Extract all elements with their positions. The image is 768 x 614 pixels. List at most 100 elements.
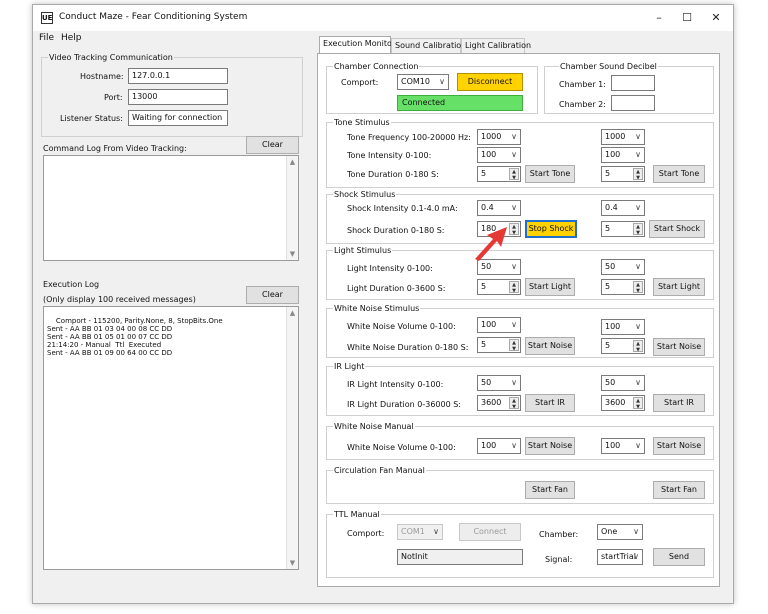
light-intensity-select-2[interactable]: 50 ∨ — [601, 259, 645, 275]
chevron-down-icon: ∨ — [511, 150, 517, 159]
spin-arrows-icon[interactable]: ▲ ▼ — [633, 223, 643, 236]
spin-arrows-icon[interactable]: ▲ ▼ — [633, 281, 643, 294]
command-log-textarea[interactable]: ▲ ▼ — [43, 155, 299, 261]
chevron-down-icon: ∨ — [433, 527, 439, 536]
shock-duration-label: Shock Duration 0-180 S: — [347, 226, 445, 235]
white-noise-manual-volume-select-2[interactable]: 100 ∨ — [601, 438, 645, 454]
tone-frequency-select-2[interactable]: 1000 ∨ — [601, 129, 645, 145]
tab-light-calibration[interactable]: Light Calibration — [461, 38, 531, 53]
command-log-label: Command Log From Video Tracking: — [43, 144, 187, 153]
start-noise-button-2[interactable]: Start Noise — [653, 338, 705, 356]
tone-frequency-value: 1000 — [481, 132, 502, 141]
tone-duration-stepper-1[interactable]: 5 ▲ ▼ — [477, 166, 521, 182]
start-noise-button-1[interactable]: Start Noise — [525, 337, 575, 355]
tone-intensity-value: 100 — [605, 150, 621, 159]
chevron-down-icon: ∨ — [633, 527, 639, 536]
start-fan-button-1[interactable]: Start Fan — [525, 481, 575, 499]
scroll-down-icon[interactable]: ▼ — [287, 557, 298, 569]
execution-log-textarea[interactable]: Comport - 115200, Parity.None, 8, StopBi… — [43, 306, 299, 570]
start-light-button-1[interactable]: Start Light — [525, 278, 575, 296]
white-noise-volume-value: 100 — [481, 320, 497, 329]
spin-arrows-icon[interactable]: ▲ ▼ — [633, 340, 643, 353]
ttl-comport-select[interactable]: COM1 ∨ — [397, 524, 443, 540]
hostname-field[interactable]: 127.0.0.1 — [128, 68, 228, 84]
white-noise-stimulus-group: White Noise Stimulus White Noise Volume … — [326, 303, 714, 358]
comport-label: Comport: — [341, 78, 379, 87]
minimize-button[interactable]: – — [650, 9, 668, 27]
close-button[interactable]: ✕ — [707, 9, 725, 27]
ir-light-duration-stepper-1[interactable]: 3600 ▲ ▼ — [477, 395, 521, 411]
start-ir-button-2[interactable]: Start IR — [653, 394, 705, 412]
ttl-signal-select[interactable]: startTrial ∨ — [597, 549, 643, 565]
chamber1-decibel-field[interactable] — [611, 75, 655, 91]
spin-arrows-icon[interactable]: ▲ ▼ — [509, 223, 519, 236]
light-duration-stepper-2[interactable]: 5 ▲ ▼ — [601, 279, 645, 295]
spin-arrows-icon[interactable]: ▲ ▼ — [509, 339, 519, 352]
ttl-send-button[interactable]: Send — [653, 548, 705, 566]
app-icon: UE — [41, 12, 53, 24]
stop-shock-button[interactable]: Stop Shock — [525, 220, 577, 238]
comport-select[interactable]: COM10 ∨ — [397, 74, 449, 90]
spin-arrows-icon[interactable]: ▲ ▼ — [509, 397, 519, 410]
ir-light-duration-stepper-2[interactable]: 3600 ▲ ▼ — [601, 395, 645, 411]
white-noise-manual-volume-label: White Noise Volume 0-100: — [347, 443, 456, 452]
spin-arrows-icon[interactable]: ▲ ▼ — [633, 168, 643, 181]
white-noise-duration-stepper-2[interactable]: 5 ▲ ▼ — [601, 338, 645, 354]
spin-arrows-icon[interactable]: ▲ ▼ — [633, 397, 643, 410]
menu-help[interactable]: Help — [61, 33, 82, 43]
spin-arrows-icon[interactable]: ▲ ▼ — [509, 281, 519, 294]
disconnect-button[interactable]: Disconnect — [457, 73, 523, 91]
ttl-chamber-select[interactable]: One ∨ — [597, 524, 643, 540]
execution-log-scrollbar[interactable]: ▲ ▼ — [286, 307, 298, 569]
white-noise-manual-group: White Noise Manual White Noise Volume 0-… — [326, 421, 714, 460]
spin-arrows-icon[interactable]: ▲ ▼ — [509, 168, 519, 181]
scroll-down-icon[interactable]: ▼ — [287, 248, 298, 260]
white-noise-duration-stepper-1[interactable]: 5 ▲ ▼ — [477, 337, 521, 353]
main-window: UE Conduct Maze - Fear Conditioning Syst… — [32, 4, 734, 604]
ir-light-intensity-select-2[interactable]: 50 ∨ — [601, 375, 645, 391]
start-tone-button-2[interactable]: Start Tone — [653, 165, 705, 183]
clear-execution-log-button[interactable]: Clear — [246, 286, 299, 304]
window-title: Conduct Maze - Fear Conditioning System — [59, 12, 248, 22]
shock-intensity-select-1[interactable]: 0.4 ∨ — [477, 200, 521, 216]
shock-intensity-select-2[interactable]: 0.4 ∨ — [601, 200, 645, 216]
ir-light-intensity-select-1[interactable]: 50 ∨ — [477, 375, 521, 391]
circulation-fan-group: Circulation Fan Manual Start Fan Start F… — [326, 465, 714, 504]
clear-command-log-button[interactable]: Clear — [246, 136, 299, 154]
maximize-button[interactable]: ☐ — [678, 9, 696, 27]
ttl-manual-label: TTL Manual — [333, 509, 381, 520]
ir-light-group: IR Light IR Light Intensity 0-100: 50 ∨ 5… — [326, 361, 714, 416]
white-noise-volume-select-1[interactable]: 100 ∨ — [477, 317, 521, 333]
start-noise-manual-button-2[interactable]: Start Noise — [653, 437, 705, 455]
white-noise-volume-select-2[interactable]: 100 ∨ — [601, 319, 645, 335]
start-fan-button-2[interactable]: Start Fan — [653, 481, 705, 499]
start-ir-button-1[interactable]: Start IR — [525, 394, 575, 412]
command-log-scrollbar[interactable]: ▲ ▼ — [286, 156, 298, 260]
light-duration-stepper-1[interactable]: 5 ▲ ▼ — [477, 279, 521, 295]
tone-frequency-select-1[interactable]: 1000 ∨ — [477, 129, 521, 145]
tone-intensity-select-2[interactable]: 100 ∨ — [601, 147, 645, 163]
scroll-up-icon[interactable]: ▲ — [287, 307, 298, 319]
tab-execution-monitor[interactable]: Execution Monitor — [319, 36, 395, 53]
tone-duration-stepper-2[interactable]: 5 ▲ ▼ — [601, 166, 645, 182]
tone-frequency-value: 1000 — [605, 132, 626, 141]
tone-stimulus-label: Tone Stimulus — [333, 117, 391, 128]
chamber2-decibel-field[interactable] — [611, 95, 655, 111]
start-light-button-2[interactable]: Start Light — [653, 278, 705, 296]
white-noise-manual-volume-select-1[interactable]: 100 ∨ — [477, 438, 521, 454]
port-field[interactable]: 13000 — [128, 89, 228, 105]
scroll-up-icon[interactable]: ▲ — [287, 156, 298, 168]
ttl-connect-button[interactable]: Connect — [459, 523, 521, 541]
tone-intensity-select-1[interactable]: 100 ∨ — [477, 147, 521, 163]
start-shock-button[interactable]: Start Shock — [649, 220, 705, 238]
shock-intensity-label: Shock Intensity 0.1-4.0 mA: — [347, 204, 458, 213]
tab-sound-calibration[interactable]: Sound Calibration — [391, 38, 466, 53]
start-noise-manual-button-1[interactable]: Start Noise — [525, 437, 575, 455]
tone-duration-value: 5 — [481, 169, 487, 178]
start-tone-button-1[interactable]: Start Tone — [525, 165, 575, 183]
shock-duration-stepper-2[interactable]: 5 ▲ ▼ — [601, 221, 645, 237]
chevron-down-icon: ∨ — [635, 322, 641, 331]
menu-file[interactable]: File — [39, 33, 54, 43]
shock-stimulus-group: Shock Stimulus Shock Intensity 0.1-4.0 m… — [326, 189, 714, 244]
white-noise-manual-volume-value: 100 — [605, 441, 621, 450]
